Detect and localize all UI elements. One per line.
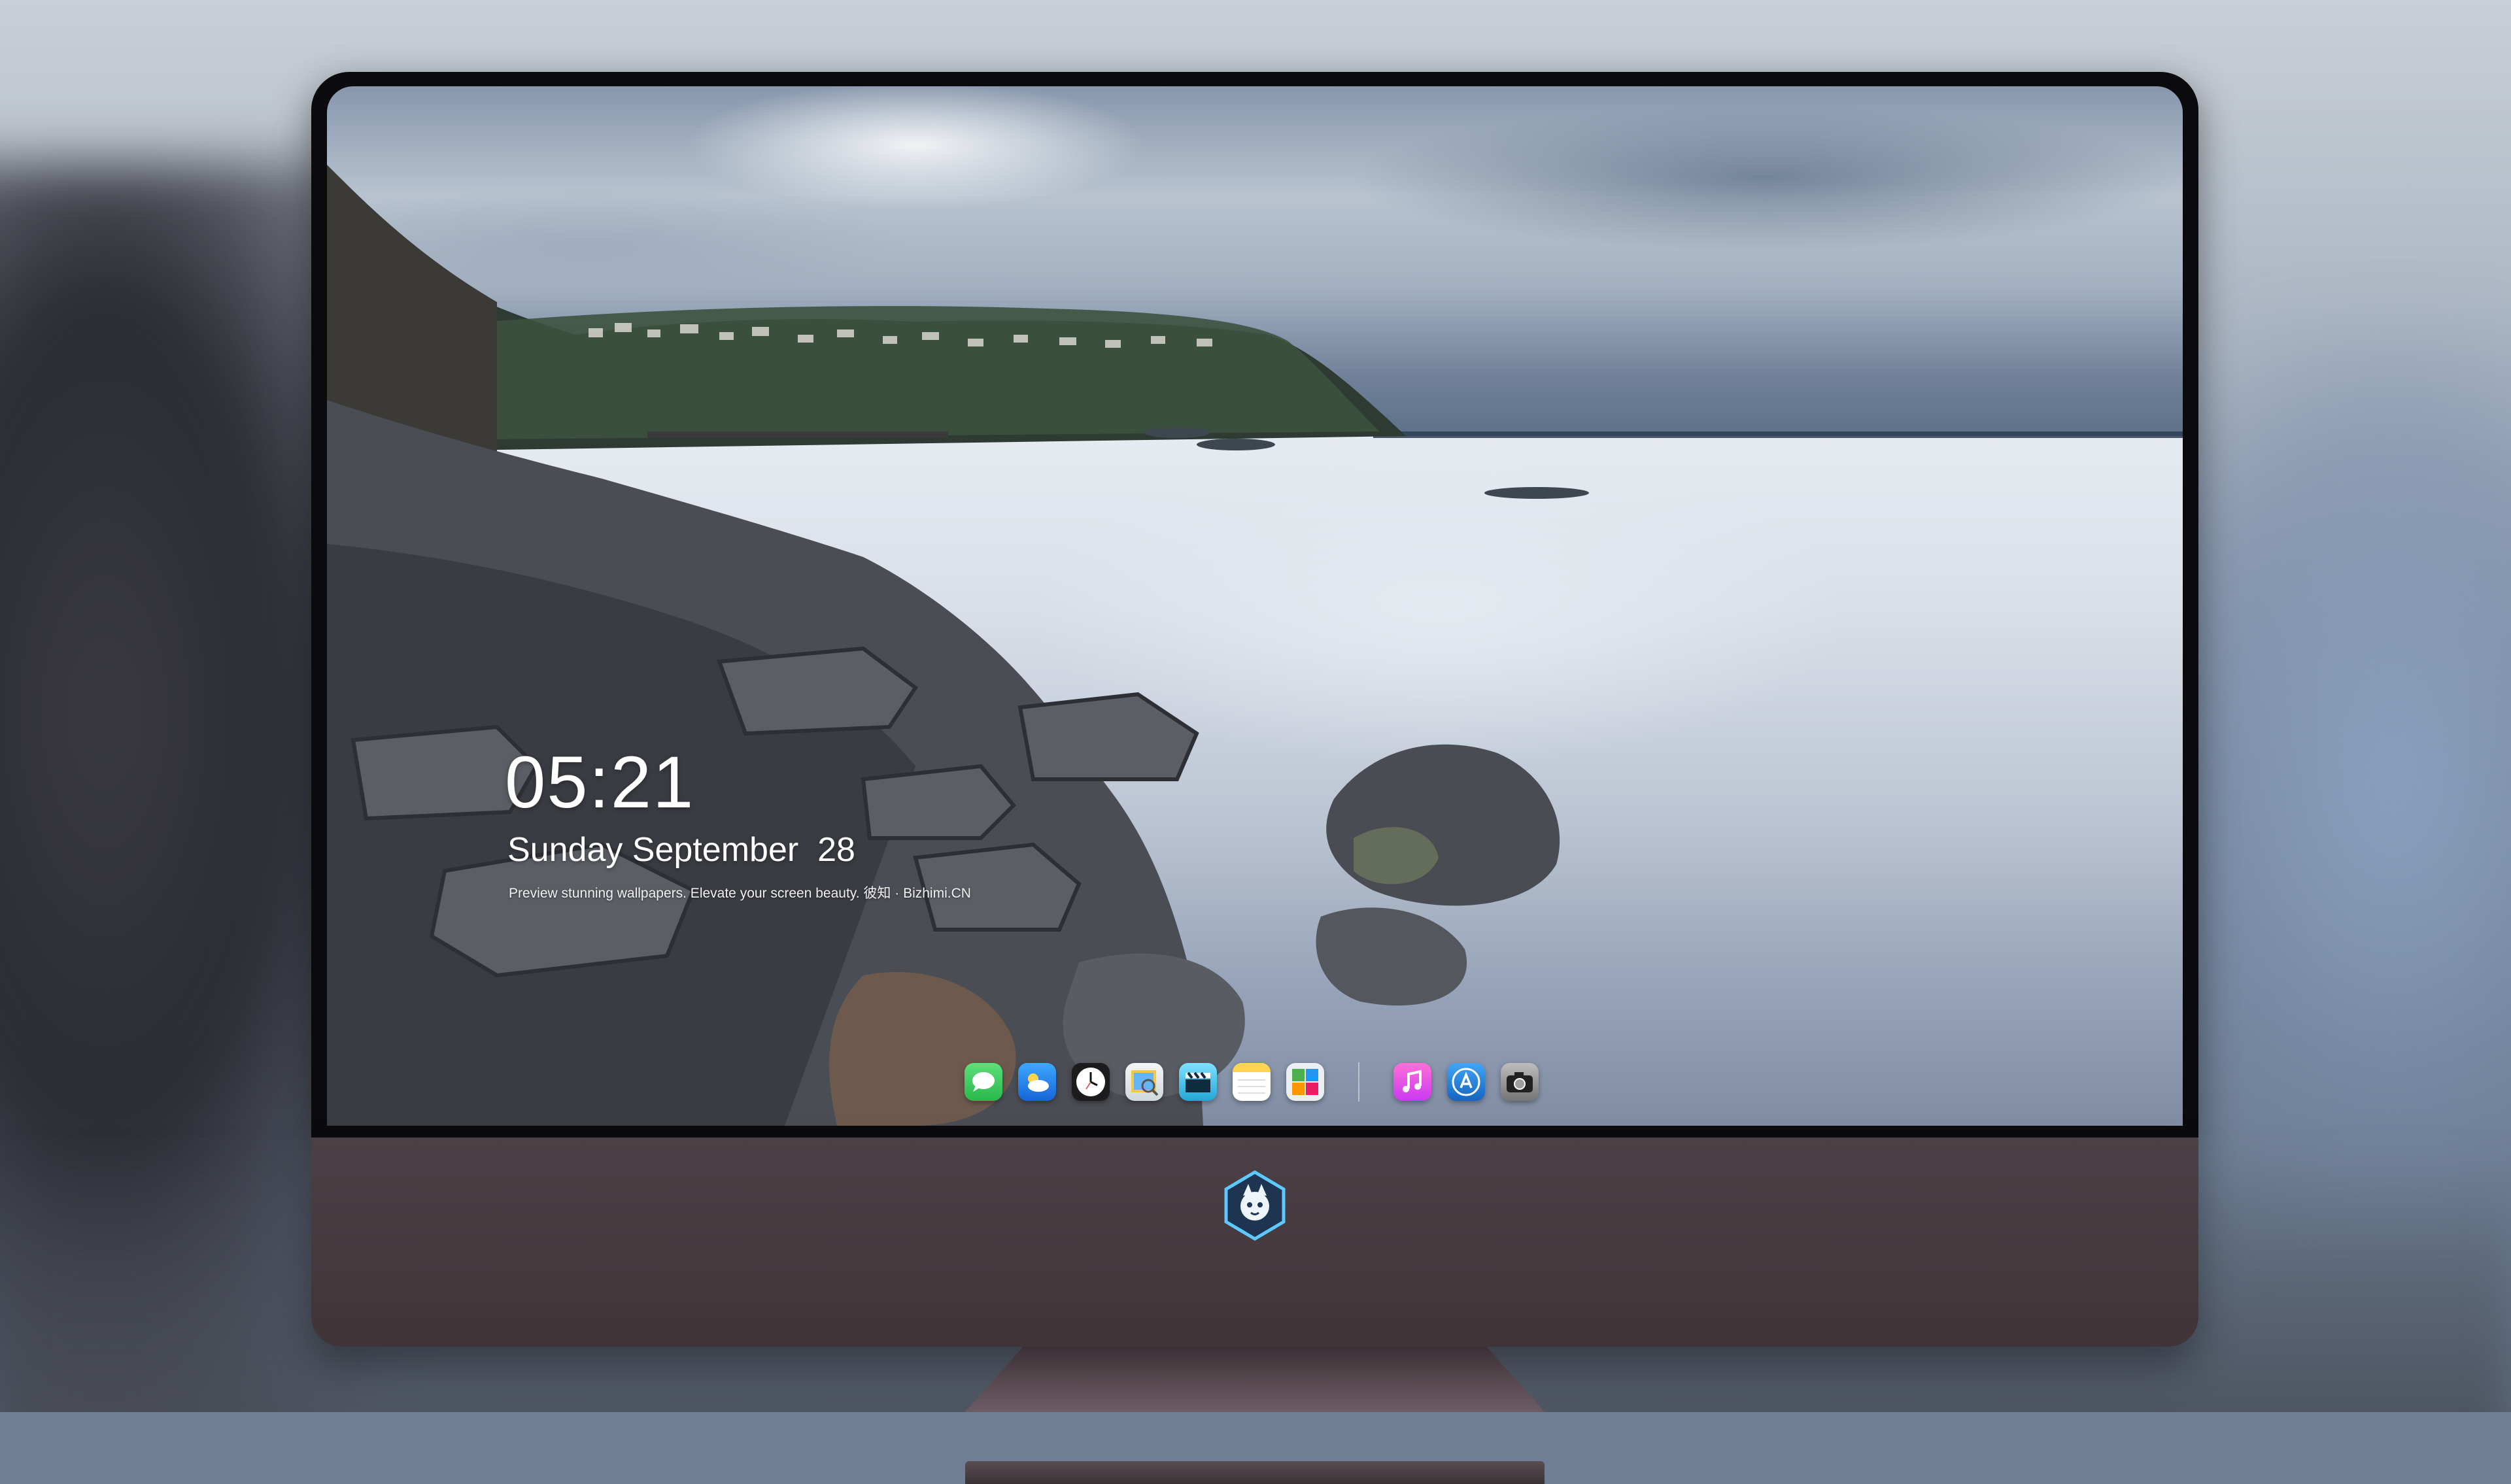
lock-screen[interactable]: 05:21 Sunday September 28 Preview stunni… [327,86,2183,1126]
monitor-stand-base [965,1461,1545,1484]
lock-clock: 05:21 [505,741,695,823]
music-icon[interactable] [1393,1063,1431,1101]
lock-date: Sunday September 28 [507,831,855,869]
brand-logo-icon [1224,1170,1286,1241]
wallpaper-shore [327,165,1589,1126]
dock [965,1053,1553,1111]
monitor-bezel: 05:21 Sunday September 28 Preview stunni… [311,72,2198,1138]
weather-icon[interactable] [1018,1063,1056,1101]
monitor: 05:21 Sunday September 28 Preview stunni… [311,72,2198,1484]
claquette-icon[interactable] [1179,1063,1217,1101]
notes-icon[interactable] [1233,1063,1271,1101]
messages-icon[interactable] [965,1063,1002,1101]
dock-separator [1358,1062,1359,1102]
app-store-icon[interactable] [1447,1063,1485,1101]
preview-icon[interactable] [1125,1063,1163,1101]
monitor-stand [965,1347,1545,1412]
wallpaper-credit: Preview stunning wallpapers. Elevate you… [509,886,971,901]
photo-booth-icon[interactable] [1286,1063,1324,1101]
monitor-chin [311,1138,2198,1347]
clock-icon[interactable] [1072,1063,1110,1101]
camera-icon[interactable] [1501,1063,1539,1101]
